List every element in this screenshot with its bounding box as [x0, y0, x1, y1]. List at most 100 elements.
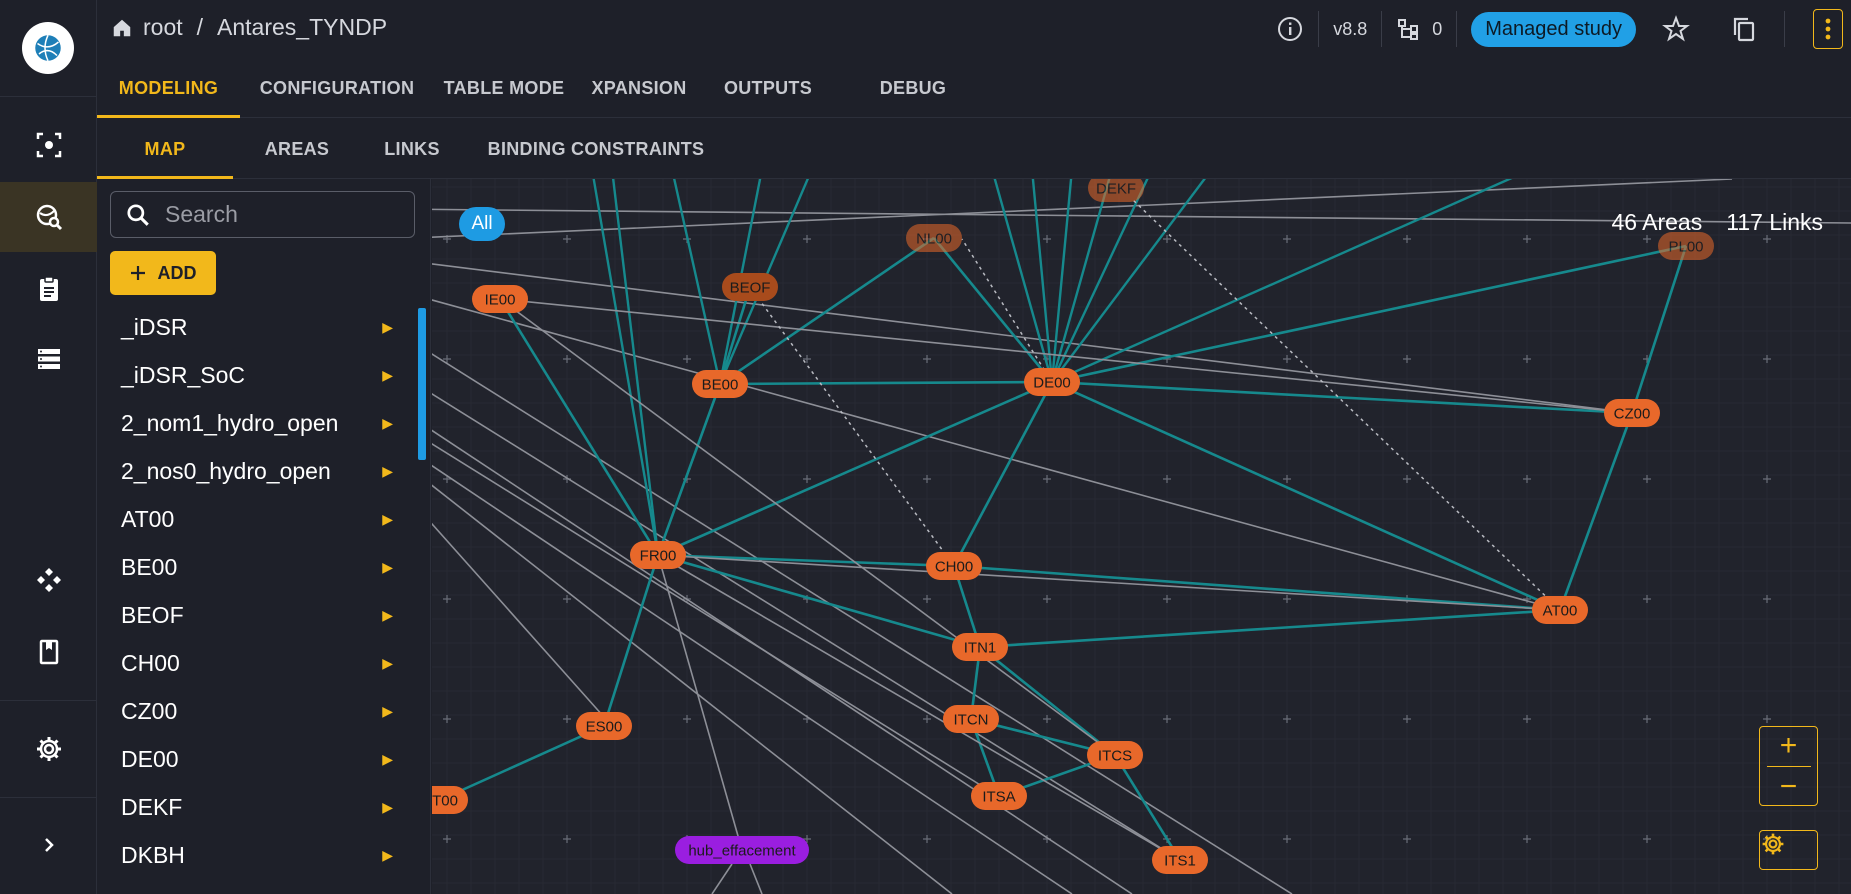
expand-arrow-icon[interactable]: ▶ — [382, 799, 393, 816]
area-list-item[interactable]: _iDSR_SoC ▶ — [97, 351, 417, 399]
tab-table-mode[interactable]: TABLE MODE — [434, 58, 574, 118]
area-node-be00[interactable]: BE00 — [692, 370, 748, 398]
expand-arrow-icon[interactable]: ▶ — [382, 607, 393, 624]
breadcrumb-study[interactable]: Antares_TYNDP — [217, 14, 387, 41]
more-options-button[interactable] — [1813, 9, 1843, 49]
area-node-itsa[interactable]: ITSA — [971, 782, 1027, 810]
explore-nav-button[interactable] — [0, 182, 97, 252]
variants-tree-icon[interactable] — [1396, 17, 1420, 41]
area-node-ch00[interactable]: CH00 — [926, 552, 982, 580]
area-node-label: ES00 — [586, 719, 623, 736]
area-node-de00[interactable]: DE00 — [1024, 368, 1080, 396]
area-node-itn1[interactable]: ITN1 — [952, 633, 1008, 661]
expand-arrow-icon[interactable]: ▶ — [382, 703, 393, 720]
expand-arrow-icon[interactable]: ▶ — [382, 751, 393, 768]
area-node-label: CH00 — [935, 559, 973, 576]
chevron-right-icon — [44, 838, 54, 852]
area-node-ie00[interactable]: IE00 — [472, 285, 528, 313]
area-node-itcs[interactable]: ITCS — [1087, 741, 1143, 769]
expand-arrow-icon[interactable]: ▶ — [382, 511, 393, 528]
expand-arrow-icon[interactable]: ▶ — [382, 367, 393, 384]
area-list-item[interactable]: BE00 ▶ — [97, 543, 417, 591]
area-node-itcn[interactable]: ITCN — [943, 705, 999, 733]
area-node-label: IE00 — [485, 292, 516, 309]
area-list-item[interactable]: 2_nom1_hydro_open ▶ — [97, 399, 417, 447]
search-input[interactable]: Search — [110, 191, 415, 238]
subtab-binding-constraints[interactable]: BINDING CONSTRAINTS — [463, 119, 729, 179]
subtab-links[interactable]: LINKS — [361, 119, 463, 179]
primary-tabs: MODELING CONFIGURATION TABLE MODE XPANSI… — [97, 58, 1851, 118]
area-list-item-label: DKBH — [121, 841, 185, 868]
api-nav-button[interactable] — [0, 545, 97, 615]
add-area-button[interactable]: ADD — [110, 251, 216, 295]
area-node-dekf[interactable]: DEKF — [1088, 179, 1144, 202]
area-node-hub_effacement[interactable]: hub_effacement — [675, 836, 809, 864]
area-list-item[interactable]: _iDSR ▶ — [97, 303, 417, 351]
expand-nav-button[interactable] — [0, 810, 97, 880]
zoom-out-button[interactable]: − — [1780, 770, 1798, 804]
network-map[interactable]: IE00 BEOF NL00 DEKF PL00 BE00 DE00 CZ00 FR00 CH00… — [432, 179, 1851, 894]
tab-outputs[interactable]: OUTPUTS — [704, 58, 832, 118]
area-node-label: CZ00 — [1614, 406, 1651, 423]
area-node-label: PL00 — [1668, 239, 1703, 256]
area-node-beof[interactable]: BEOF — [722, 273, 778, 301]
app-logo[interactable] — [22, 22, 74, 74]
map-settings-button[interactable] — [1759, 830, 1818, 870]
area-list-item-label: BE00 — [121, 553, 178, 580]
area-node-its1[interactable]: ITS1 — [1152, 846, 1208, 874]
expand-arrow-icon[interactable]: ▶ — [382, 847, 393, 864]
focus-icon — [36, 132, 61, 158]
subtab-map[interactable]: MAP — [97, 119, 233, 179]
tab-debug[interactable]: DEBUG — [855, 58, 971, 118]
copy-icon[interactable] — [1730, 15, 1758, 43]
areas-count: 46 Areas — [1611, 209, 1703, 235]
area-list-item[interactable]: BEOF ▶ — [97, 591, 417, 639]
map-canvas[interactable]: IE00 BEOF NL00 DEKF PL00 BE00 DE00 CZ00 FR00 CH00… — [432, 179, 1851, 894]
area-node-cz00[interactable]: CZ00 — [1604, 399, 1660, 427]
area-list-item-label: _iDSR — [121, 313, 188, 340]
area-node-es00[interactable]: ES00 — [576, 712, 632, 740]
area-node-label: ITN1 — [964, 640, 997, 657]
expand-arrow-icon[interactable]: ▶ — [382, 463, 393, 480]
area-list-item[interactable]: CZ00 ▶ — [97, 687, 417, 735]
area-list-item[interactable]: CH00 ▶ — [97, 639, 417, 687]
area-node-fr00[interactable]: FR00 — [630, 541, 686, 569]
area-node-pt00[interactable]: PT00 — [432, 786, 468, 814]
expand-arrow-icon[interactable]: ▶ — [382, 415, 393, 432]
area-node-label: hub_effacement — [688, 843, 796, 860]
area-list-item[interactable]: DEKF ▶ — [97, 783, 417, 831]
home-icon[interactable] — [111, 17, 133, 39]
area-list-item-label: DE00 — [121, 745, 179, 772]
top-bar: root / Antares_TYNDP v8.8 0 Managed stud… — [97, 0, 1851, 58]
docs-nav-button[interactable] — [0, 617, 97, 687]
layer-filter-chip[interactable]: All — [459, 207, 505, 241]
area-list-item[interactable]: 2_nos0_hydro_open ▶ — [97, 447, 417, 495]
subtab-areas[interactable]: AREAS — [233, 119, 361, 179]
area-node-label: NL00 — [916, 231, 952, 248]
variants-count: 0 — [1432, 18, 1443, 39]
info-icon[interactable] — [1276, 15, 1304, 43]
sidebar-scrollbar[interactable] — [418, 308, 426, 460]
settings-nav-button[interactable] — [0, 714, 97, 784]
area-list-item[interactable]: AT00 ▶ — [97, 495, 417, 543]
area-list-item[interactable]: DKBH ▶ — [97, 831, 417, 879]
area-node-pl00[interactable]: PL00 — [1658, 232, 1714, 260]
area-node-label: DEKF — [1096, 181, 1136, 198]
star-icon[interactable] — [1662, 15, 1690, 43]
studies-nav-button[interactable] — [0, 110, 97, 180]
clipboard-icon — [39, 276, 58, 301]
tab-configuration[interactable]: CONFIGURATION — [240, 58, 434, 118]
expand-arrow-icon[interactable]: ▶ — [382, 655, 393, 672]
area-node-nl00[interactable]: NL00 — [906, 224, 962, 252]
area-list-item[interactable]: DE00 ▶ — [97, 735, 417, 783]
expand-arrow-icon[interactable]: ▶ — [382, 559, 393, 576]
area-node-at00[interactable]: AT00 — [1532, 596, 1588, 624]
breadcrumb-root[interactable]: root — [143, 14, 183, 41]
expand-arrow-icon[interactable]: ▶ — [382, 319, 393, 336]
area-list-item-label: 2_nos0_hydro_open — [121, 457, 331, 484]
tab-modeling[interactable]: MODELING — [97, 58, 240, 118]
zoom-in-button[interactable]: + — [1780, 729, 1798, 763]
tasks-nav-button[interactable] — [0, 254, 97, 324]
tab-xpansion[interactable]: XPANSION — [574, 58, 704, 118]
data-nav-button[interactable] — [0, 324, 97, 394]
